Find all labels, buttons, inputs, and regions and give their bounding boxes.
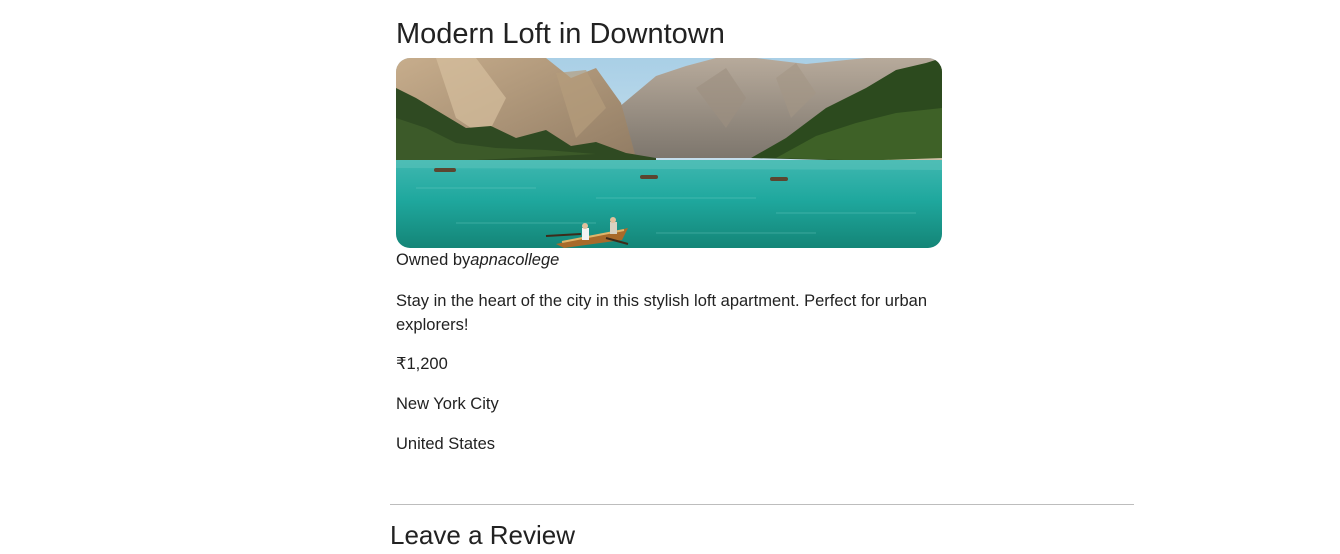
section-divider [390, 504, 1134, 505]
owner-label: Owned by [396, 251, 471, 269]
owner-name: apnacollege [470, 251, 560, 269]
owner-line: Owned byapnacollege [396, 249, 559, 271]
listing-price: ₹1,200 [396, 355, 448, 373]
listing-country: United States [396, 435, 496, 453]
listing-location: New York City [396, 395, 499, 413]
listing-image [396, 58, 942, 248]
listing-page: Modern Loft in Downtown Owned byapnacoll… [0, 0, 1340, 554]
listing-title: Modern Loft in Downtown [396, 18, 725, 50]
review-section-heading: Leave a Review [390, 520, 575, 550]
listing-description: Stay in the heart of the city in this st… [396, 292, 928, 334]
